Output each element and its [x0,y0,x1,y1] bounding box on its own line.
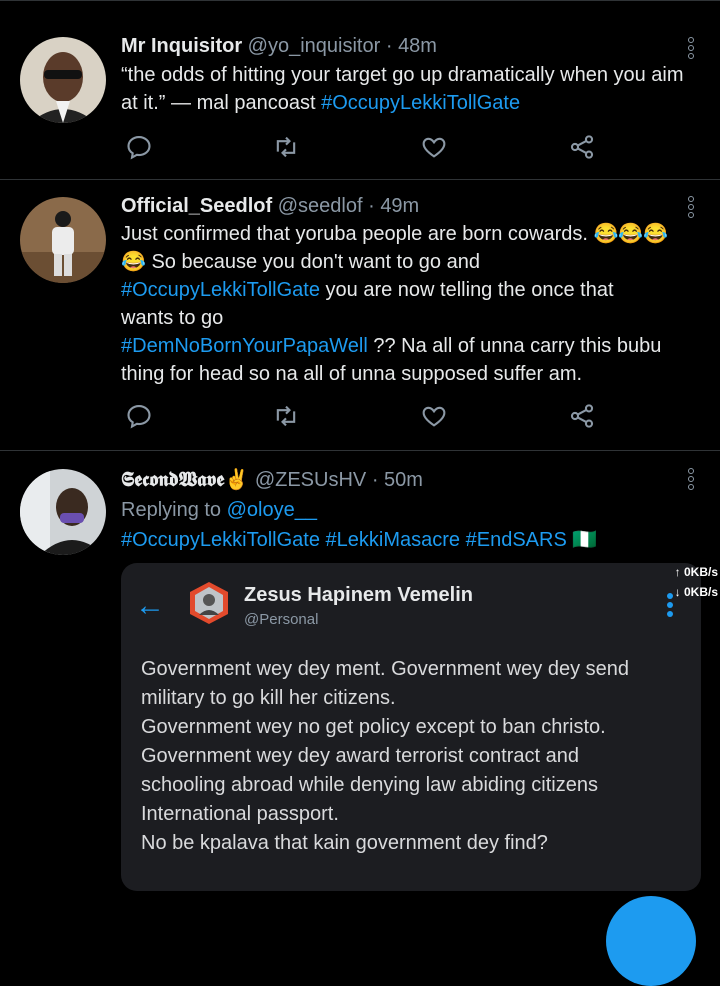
back-arrow-icon: ← [135,589,165,622]
replying-label: Replying to [121,499,227,521]
hashtag-link[interactable]: #EndSARS [466,529,567,551]
quoted-profile-name: Zesus Hapinem Vemelin [244,584,473,606]
like-icon[interactable] [420,133,452,163]
replying-to: Replying to @oloye__ [121,496,690,524]
tweet-actions [121,402,621,432]
quoted-profile-handle: @Personal [244,611,319,628]
quoted-text-line: schooling abroad while denying law abidi… [141,774,598,796]
reply-icon[interactable] [125,133,157,163]
quoted-image[interactable]: ← Zesus Hapinem Vemelin @Personal Govern… [121,563,701,891]
display-name[interactable]: 𝕾𝖊𝖈𝖔𝖓𝖉𝖂𝖆𝖛𝖊✌ [121,469,249,491]
more-icon[interactable] [688,37,696,61]
profile-avatar [187,581,231,625]
more-icon[interactable] [688,468,696,492]
timestamp[interactable]: 49m [380,195,419,217]
hashtag-link[interactable]: #OccupyLekkiTollGate [121,529,320,551]
tweet-actions [121,133,621,163]
retweet-icon[interactable] [272,133,304,163]
separator: · [385,35,393,57]
network-speed-indicator: ↑ 0KB/s ↓ 0KB/s [640,562,718,602]
tweet[interactable]: Official_Seedlof @seedlof · 49m Just con… [0,179,720,451]
tweet-text-line: 😂 So because you don't want to go and [121,251,480,273]
timestamp[interactable]: 50m [384,469,423,491]
tweet-text: “the odds of hitting your target go up d… [121,61,690,117]
quoted-text-line: military to go kill her citizens. [141,687,396,709]
user-handle[interactable]: @yo_inquisitor [248,35,381,57]
user-handle[interactable]: @seedlof [278,195,363,217]
quoted-text-line: Government wey dey award terrorist contr… [141,745,579,767]
tweet-text-line: #OccupyLekkiTollGate you are now telling… [121,276,690,304]
tweet-text-line: Just confirmed that yoruba people are bo… [121,223,669,245]
separator: · [371,469,379,491]
hashtag-link[interactable]: #LekkiMasacre [326,529,461,551]
tweet-text: Just confirmed that yoruba people are bo… [121,220,690,388]
user-handle[interactable]: @ZESUsHV [255,469,366,491]
tweet-text-line: wants to go [121,307,224,329]
quoted-text-line: Government wey dey ment. Government wey … [141,658,630,680]
share-icon[interactable] [568,133,600,163]
hashtag-link[interactable]: #OccupyLekkiTollGate [321,92,520,114]
hashtag-link[interactable]: #OccupyLekkiTollGate [121,279,320,301]
tweet-text: #OccupyLekkiTollGate #LekkiMasacre #EndS… [121,526,690,554]
reply-icon[interactable] [125,402,157,432]
quoted-text-line: Government wey no get policy except to b… [141,716,606,738]
mention-link[interactable]: @oloye__ [227,499,317,521]
tweet-text-part: ?? Na all of unna carry this bubu [367,335,662,357]
display-name[interactable]: Official_Seedlof [121,195,272,217]
like-icon[interactable] [420,402,452,432]
tweet[interactable]: Mr Inquisitor @yo_inquisitor · 48m “the … [0,0,720,180]
quoted-text-line: No be kpalava that kain government dey f… [141,832,548,854]
upload-speed: ↑ 0KB/s [674,565,718,579]
tweet-header: Mr Inquisitor @yo_inquisitor · 48m [121,33,690,59]
more-icon[interactable] [688,196,696,220]
download-speed: ↓ 0KB/s [674,585,718,599]
tweet-text-line: #DemNoBornYourPapaWell ?? Na all of unna… [121,332,690,360]
quoted-text-line: International passport. [141,803,339,825]
hashtag-link[interactable]: #DemNoBornYourPapaWell [121,335,368,357]
avatar[interactable] [20,37,106,123]
flag-emoji: 🇳🇬 [572,529,598,551]
separator: · [368,195,375,217]
share-icon[interactable] [568,402,600,432]
quoted-text: Government wey dey ment. Government wey … [141,655,681,858]
tweet-text-line: thing for head so na all of unna suppose… [121,363,583,385]
avatar[interactable] [20,469,106,555]
tweet-text-part: you are now telling the once that [319,279,614,301]
retweet-icon[interactable] [272,402,304,432]
avatar[interactable] [20,197,106,283]
timestamp[interactable]: 48m [398,35,437,57]
display-name[interactable]: Mr Inquisitor [121,35,242,57]
tweet-header: 𝕾𝖊𝖈𝖔𝖓𝖉𝖂𝖆𝖛𝖊✌ @ZESUsHV · 50m [121,467,690,493]
tweet-header: Official_Seedlof @seedlof · 49m [121,193,690,219]
